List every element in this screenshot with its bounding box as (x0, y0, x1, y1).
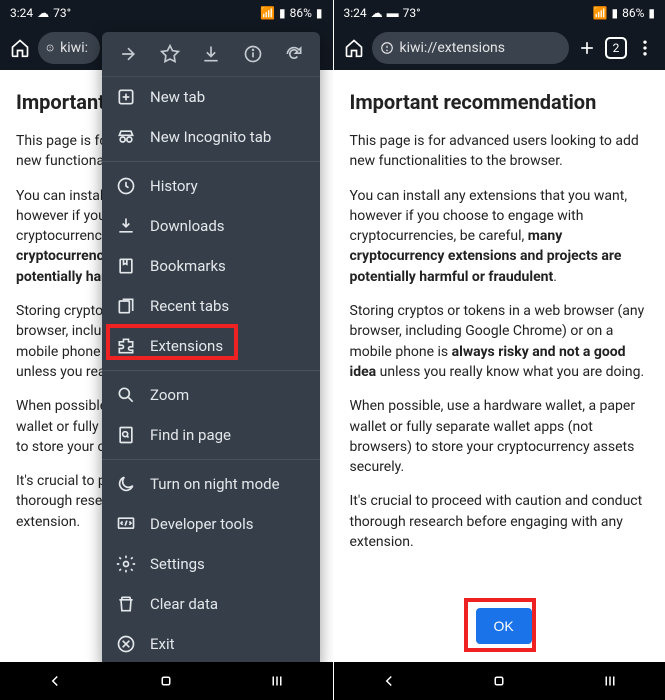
nav-recents-icon[interactable] (601, 672, 619, 690)
home-icon[interactable] (342, 36, 366, 60)
status-time: 3:24 (344, 6, 367, 20)
url-text: kiwi: (60, 40, 88, 56)
nav-back-icon[interactable] (380, 672, 398, 690)
page-content-right: Important recommendation This page is fo… (334, 70, 665, 584)
menu-divider (102, 161, 320, 162)
menu-recent-tabs[interactable]: Recent tabs (102, 286, 320, 326)
paragraph: It's crucial to proceed with caution and… (350, 491, 650, 552)
menu-find[interactable]: Find in page (102, 415, 320, 455)
status-bar: 3:24 ☁ ▬ 73° 📶 ▮ 86% ▮ (334, 0, 665, 26)
menu-divider (102, 370, 320, 371)
menu-incognito[interactable]: New Incognito tab (102, 117, 320, 157)
menu-divider (102, 459, 320, 460)
status-battery: 86% (290, 6, 312, 20)
star-icon[interactable] (158, 42, 182, 66)
nav-home-icon[interactable] (157, 672, 175, 690)
status-temp: 73° (403, 6, 421, 20)
page-heading: Important recommendation (350, 88, 650, 117)
ok-button[interactable]: OK (476, 608, 532, 644)
browser-toolbar: kiwi://extensions 2 (334, 26, 665, 70)
info-icon[interactable] (241, 42, 265, 66)
menu-night-mode[interactable]: Turn on night mode (102, 464, 320, 504)
menu-history[interactable]: History (102, 166, 320, 206)
status-battery: 86% (622, 6, 644, 20)
battery-icon: ▮ (648, 6, 655, 20)
cloud-icon: ☁ (37, 6, 49, 20)
menu-new-tab[interactable]: New tab (102, 77, 320, 117)
url-bar[interactable]: kiwi://extensions (372, 32, 570, 64)
cloud-icon: ☁ (371, 6, 383, 20)
phone-left: 3:24 ☁ 73° 📶 ▮ 86% ▮ kiwi: Important Thi… (0, 0, 333, 700)
menu-clear-data[interactable]: Clear data (102, 584, 320, 624)
refresh-icon[interactable] (282, 42, 306, 66)
chat-icon: ▬ (387, 6, 399, 20)
overflow-icon[interactable] (633, 36, 657, 60)
paragraph: You can install any extensions that you … (350, 186, 650, 287)
paragraph: This page is for advanced users looking … (350, 131, 650, 172)
menu-downloads[interactable]: Downloads (102, 206, 320, 246)
overflow-menu: New tab New Incognito tab History Downlo… (102, 32, 320, 668)
status-time: 3:24 (10, 6, 33, 20)
new-tab-icon[interactable] (575, 36, 599, 60)
wifi-icon: 📶 (593, 6, 608, 20)
tabs-button[interactable]: 2 (605, 37, 627, 59)
menu-zoom[interactable]: Zoom (102, 375, 320, 415)
menu-bookmarks[interactable]: Bookmarks (102, 246, 320, 286)
status-temp: 73° (53, 6, 71, 20)
android-nav (334, 662, 665, 700)
nav-home-icon[interactable] (490, 672, 508, 690)
url-bar[interactable]: kiwi: (38, 32, 100, 64)
nav-back-icon[interactable] (46, 672, 64, 690)
android-nav (0, 662, 333, 700)
signal-icon: ▮ (612, 6, 619, 20)
menu-settings[interactable]: Settings (102, 544, 320, 584)
paragraph: When possible, use a hardware wallet, a … (350, 396, 650, 477)
forward-icon[interactable] (116, 42, 140, 66)
home-icon[interactable] (8, 36, 32, 60)
menu-dev-tools[interactable]: Developer tools (102, 504, 320, 544)
battery-icon: ▮ (316, 6, 323, 20)
phone-right: 3:24 ☁ ▬ 73° 📶 ▮ 86% ▮ kiwi://extensions… (333, 0, 665, 700)
menu-extensions[interactable]: Extensions (102, 326, 320, 366)
paragraph: Storing cryptos or tokens in a web brows… (350, 301, 650, 382)
menu-exit[interactable]: Exit (102, 624, 320, 664)
signal-icon: ▮ (279, 6, 286, 20)
wifi-icon: 📶 (260, 6, 275, 20)
nav-recents-icon[interactable] (268, 672, 286, 690)
url-text: kiwi://extensions (400, 40, 506, 56)
status-bar: 3:24 ☁ 73° 📶 ▮ 86% ▮ (0, 0, 333, 26)
download-icon[interactable] (199, 42, 223, 66)
